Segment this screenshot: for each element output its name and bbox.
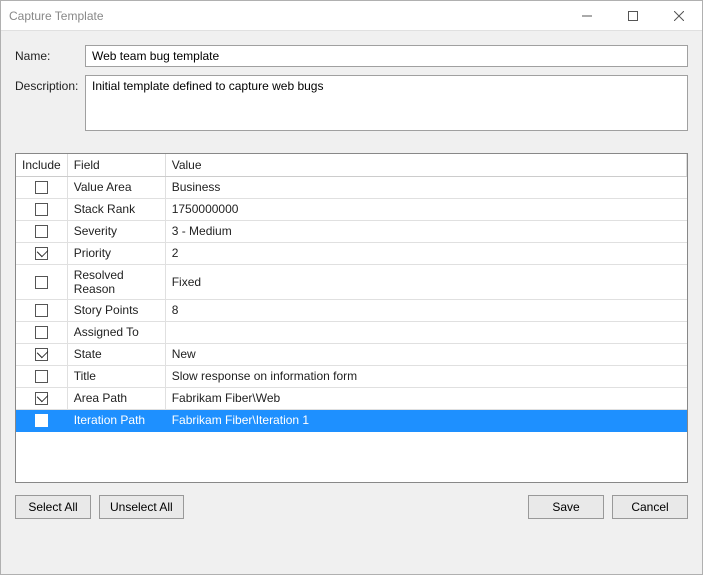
value-cell: 1750000000 [165,198,686,220]
include-cell [16,343,67,365]
cancel-button[interactable]: Cancel [612,495,688,519]
window-title: Capture Template [9,9,564,23]
value-cell: Fixed [165,264,686,299]
header-include[interactable]: Include [16,154,67,176]
value-cell: Slow response on information form [165,365,686,387]
description-label: Description: [15,75,85,93]
field-cell: State [67,343,165,365]
include-checkbox[interactable] [35,348,48,361]
description-input[interactable]: Initial template defined to capture web … [85,75,688,131]
field-cell: Priority [67,242,165,264]
value-cell: New [165,343,686,365]
value-cell: 8 [165,299,686,321]
button-spacer [192,495,520,519]
field-cell: Area Path [67,387,165,409]
field-cell: Iteration Path [67,409,165,431]
value-cell: Fabrikam Fiber\Web [165,387,686,409]
name-row: Name: [15,45,688,67]
include-cell [16,299,67,321]
include-checkbox[interactable] [35,326,48,339]
include-cell [16,242,67,264]
table-row[interactable]: StateNew [16,343,687,365]
save-button[interactable]: Save [528,495,604,519]
field-cell: Value Area [67,176,165,198]
include-checkbox[interactable] [35,414,48,427]
table-header-row: Include Field Value [16,154,687,176]
table-row[interactable]: Story Points8 [16,299,687,321]
table-row[interactable]: Severity3 - Medium [16,220,687,242]
include-cell [16,220,67,242]
titlebar: Capture Template [1,1,702,31]
select-all-button[interactable]: Select All [15,495,91,519]
field-cell: Assigned To [67,321,165,343]
fields-table-container: Include Field Value Value AreaBusinessSt… [15,153,688,483]
include-cell [16,365,67,387]
close-icon[interactable] [656,1,702,30]
include-checkbox[interactable] [35,203,48,216]
value-cell: Business [165,176,686,198]
table-row[interactable]: Iteration PathFabrikam Fiber\Iteration 1 [16,409,687,431]
table-row[interactable]: Assigned To [16,321,687,343]
fields-table: Include Field Value Value AreaBusinessSt… [16,154,687,432]
name-input[interactable] [85,45,688,67]
include-cell [16,198,67,220]
field-cell: Stack Rank [67,198,165,220]
table-row[interactable]: Resolved ReasonFixed [16,264,687,299]
maximize-icon[interactable] [610,1,656,30]
value-cell: Fabrikam Fiber\Iteration 1 [165,409,686,431]
minimize-icon[interactable] [564,1,610,30]
table-row[interactable]: Area PathFabrikam Fiber\Web [16,387,687,409]
description-row: Description: Initial template defined to… [15,75,688,131]
field-cell: Story Points [67,299,165,321]
include-checkbox[interactable] [35,370,48,383]
table-row[interactable]: TitleSlow response on information form [16,365,687,387]
button-row: Select All Unselect All Save Cancel [15,495,688,519]
include-checkbox[interactable] [35,392,48,405]
include-cell [16,387,67,409]
table-row[interactable]: Value AreaBusiness [16,176,687,198]
include-cell [16,176,67,198]
include-cell [16,264,67,299]
table-row[interactable]: Stack Rank1750000000 [16,198,687,220]
include-cell [16,409,67,431]
unselect-all-button[interactable]: Unselect All [99,495,184,519]
dialog-content: Name: Description: Initial template defi… [1,31,702,574]
include-checkbox[interactable] [35,225,48,238]
include-checkbox[interactable] [35,181,48,194]
dialog-window: Capture Template Name: Description: Init… [0,0,703,575]
include-checkbox[interactable] [35,247,48,260]
include-cell [16,321,67,343]
window-controls [564,1,702,30]
field-cell: Severity [67,220,165,242]
value-cell: 2 [165,242,686,264]
field-cell: Title [67,365,165,387]
value-cell [165,321,686,343]
field-cell: Resolved Reason [67,264,165,299]
value-cell: 3 - Medium [165,220,686,242]
include-checkbox[interactable] [35,304,48,317]
include-checkbox[interactable] [35,276,48,289]
header-value[interactable]: Value [165,154,686,176]
name-label: Name: [15,45,85,63]
table-row[interactable]: Priority2 [16,242,687,264]
header-field[interactable]: Field [67,154,165,176]
